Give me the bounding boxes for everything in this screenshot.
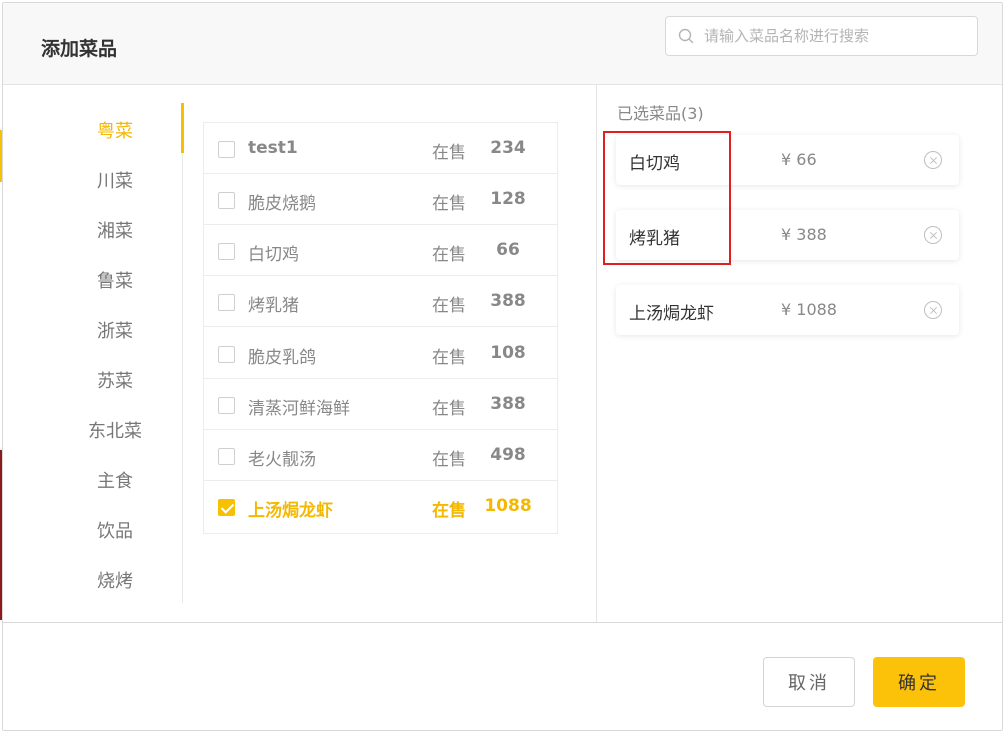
cancel-button[interactable]: 取消 (763, 657, 855, 707)
search-input[interactable] (704, 27, 964, 45)
panel-divider (596, 85, 597, 622)
dish-name: 老火靓汤 (248, 450, 316, 470)
dish-name: 上汤焗龙虾 (248, 501, 333, 521)
dish-status: 在售 (432, 245, 466, 265)
dish-row[interactable]: 老火靓汤 在售 498 (204, 430, 557, 481)
dish-status: 在售 (432, 348, 466, 368)
dish-row[interactable]: 白切鸡 在售 66 (204, 225, 557, 276)
dish-checkbox[interactable] (218, 243, 235, 260)
dish-checkbox[interactable] (218, 294, 235, 311)
dish-name: 白切鸡 (248, 245, 299, 265)
confirm-button[interactable]: 确定 (873, 657, 965, 707)
category-item-dongbei[interactable]: 东北菜 (3, 417, 227, 443)
dish-checkbox[interactable] (218, 448, 235, 465)
dish-checkbox[interactable] (218, 141, 235, 158)
category-item-bbq[interactable]: 烧烤 (3, 567, 227, 593)
category-item-chuan[interactable]: 川菜 (3, 167, 227, 193)
remove-circle-icon[interactable] (924, 151, 942, 169)
remove-circle-icon[interactable] (924, 301, 942, 319)
dish-price: 66 (496, 240, 520, 260)
dish-status: 在售 (432, 501, 466, 521)
category-item-su[interactable]: 苏菜 (3, 367, 227, 393)
dish-status: 在售 (432, 296, 466, 316)
dish-name: 脆皮烧鹅 (248, 194, 316, 214)
dish-price: 234 (490, 138, 526, 158)
dish-table: test1 在售 234 脆皮烧鹅 在售 128 白切鸡 在售 66 烤乳猪 在… (203, 122, 558, 534)
category-item-staple[interactable]: 主食 (3, 467, 227, 493)
dish-checkbox[interactable] (218, 397, 235, 414)
search-box[interactable] (665, 16, 978, 56)
selected-dish-price: ¥ 66 (781, 150, 817, 169)
dish-row[interactable]: 脆皮乳鸽 在售 108 (204, 328, 557, 379)
dish-row[interactable]: 脆皮烧鹅 在售 128 (204, 174, 557, 225)
dish-checkbox[interactable] (218, 346, 235, 363)
annotation-highlight-box (603, 131, 731, 265)
dish-name: 脆皮乳鸽 (248, 348, 316, 368)
category-item-yue[interactable]: 粤菜 (3, 117, 227, 143)
dish-row[interactable]: 上汤焗龙虾 在售 1088 (204, 481, 557, 532)
dish-status: 在售 (432, 450, 466, 470)
category-item-zhe[interactable]: 浙菜 (3, 317, 227, 343)
search-icon (678, 28, 694, 44)
selected-dish-price: ¥ 1088 (781, 300, 837, 319)
dish-row[interactable]: 烤乳猪 在售 388 (204, 276, 557, 327)
dish-name: 清蒸河鲜海鲜 (248, 399, 350, 419)
dish-price: 1088 (484, 496, 532, 516)
footer-divider (3, 622, 1002, 623)
dish-price: 498 (490, 445, 526, 465)
dish-price: 388 (490, 394, 526, 414)
dialog-header: 添加菜品 (3, 3, 1002, 85)
selected-dish-card: 上汤焗龙虾 ¥ 1088 (616, 285, 959, 335)
dish-name: test1 (248, 138, 298, 158)
dish-row[interactable]: test1 在售 234 (204, 123, 557, 174)
remove-circle-icon[interactable] (924, 226, 942, 244)
category-item-drinks[interactable]: 饮品 (3, 517, 227, 543)
dish-checkbox[interactable] (218, 192, 235, 209)
dish-checkbox[interactable] (218, 499, 235, 516)
dish-price: 128 (490, 189, 526, 209)
selected-dish-name: 上汤焗龙虾 (629, 304, 714, 324)
add-dish-dialog: 添加菜品 粤菜 川菜 湘菜 鲁菜 浙菜 苏菜 东北菜 主食 饮品 烧烤 test… (2, 2, 1003, 731)
dish-price: 108 (490, 343, 526, 363)
selected-dish-price: ¥ 388 (781, 225, 827, 244)
dish-status: 在售 (432, 143, 466, 163)
selected-heading: 已选菜品(3) (617, 104, 704, 123)
dialog-title: 添加菜品 (41, 38, 118, 60)
dish-price: 388 (490, 291, 526, 311)
dish-row[interactable]: 清蒸河鲜海鲜 在售 388 (204, 379, 557, 430)
dish-status: 在售 (432, 399, 466, 419)
category-item-lu[interactable]: 鲁菜 (3, 267, 227, 293)
dish-name: 烤乳猪 (248, 296, 299, 316)
dish-status: 在售 (432, 194, 466, 214)
category-item-xiang[interactable]: 湘菜 (3, 217, 227, 243)
